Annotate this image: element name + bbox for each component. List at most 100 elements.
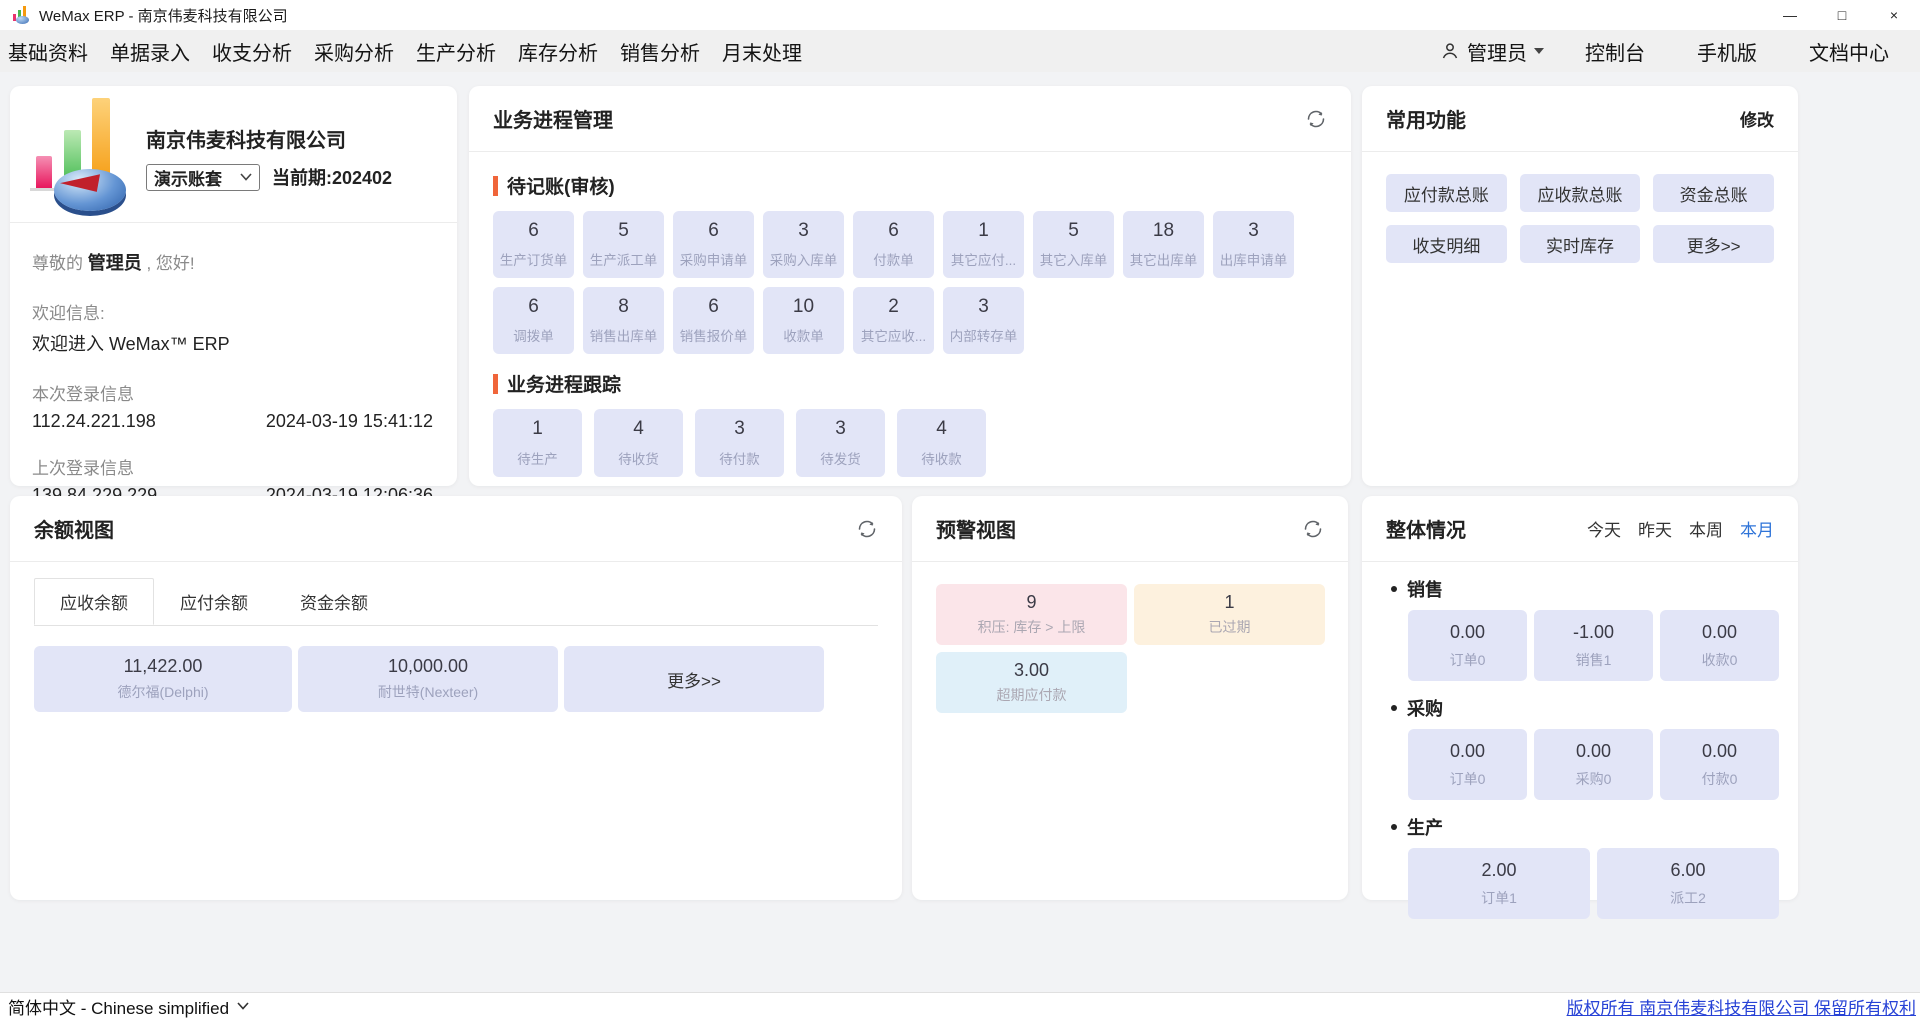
tile-other-outbound[interactable]: 18其它出库单	[1123, 211, 1204, 278]
select-chevron-icon	[240, 173, 252, 181]
sales-receipt-tile[interactable]: 0.00收款0	[1660, 610, 1779, 681]
greeting-username: 管理员	[88, 253, 142, 273]
close-button[interactable]: ×	[1868, 0, 1920, 30]
menu-production-analysis[interactable]: 生产分析	[405, 37, 507, 66]
common-functions-card: 常用功能 修改 应付款总账 应收款总账 资金总账 收支明细 实时库存 更多>>	[1362, 86, 1798, 486]
realtime-inventory-button[interactable]: 实时库存	[1520, 225, 1641, 263]
tracking-section-title: 业务进程跟踪	[507, 370, 621, 397]
tile-purchase-request[interactable]: 6采购申请单	[673, 211, 754, 278]
business-card-title: 业务进程管理	[493, 104, 613, 133]
production-order-tile[interactable]: 2.00订单1	[1408, 848, 1590, 919]
tracking-section-header: 业务进程跟踪	[493, 370, 1327, 397]
filter-yesterday[interactable]: 昨天	[1638, 516, 1672, 541]
tile-transfer[interactable]: 6调拨单	[493, 287, 574, 354]
tracking-tile-grid: 1待生产 4待收货 3待付款 3待发货 4待收款	[493, 409, 1327, 477]
pending-section-title: 待记账(审核)	[507, 172, 615, 199]
tab-receivable-balance[interactable]: 应收余额	[34, 578, 154, 625]
tile-receipt[interactable]: 10收款单	[763, 287, 844, 354]
sales-group-title: 销售	[1407, 576, 1443, 602]
sales-amount-tile[interactable]: -1.00销售1	[1534, 610, 1653, 681]
user-menu[interactable]: 管理员	[1440, 37, 1544, 66]
current-login-row: 112.24.221.198 2024-03-19 15:41:12	[32, 411, 435, 432]
company-info: 南京伟麦科技有限公司 演示账套 当前期:202402	[146, 124, 392, 191]
common-buttons: 应付款总账 应收款总账 资金总账 收支明细 实时库存 更多>>	[1362, 152, 1798, 263]
purchase-order-tile[interactable]: 0.00订单0	[1408, 729, 1527, 800]
filter-this-week[interactable]: 本周	[1689, 516, 1723, 541]
sales-order-tile[interactable]: 0.00订单0	[1408, 610, 1527, 681]
refresh-icon[interactable]	[1302, 518, 1324, 540]
copyright-link[interactable]: 版权所有 南京伟麦科技有限公司 保留所有权利	[1567, 994, 1920, 1019]
tile-to-collect[interactable]: 4待收款	[897, 409, 986, 477]
cash-ledger-button[interactable]: 资金总账	[1653, 174, 1774, 212]
tile-to-ship[interactable]: 3待发货	[796, 409, 885, 477]
tile-outbound-request[interactable]: 3出库申请单	[1213, 211, 1294, 278]
receivable-ledger-button[interactable]: 应收款总账	[1520, 174, 1641, 212]
menu-console[interactable]: 控制台	[1574, 37, 1656, 66]
tile-to-pay[interactable]: 3待付款	[695, 409, 784, 477]
balance-tile-delphi[interactable]: 11,422.00 德尔福(Delphi)	[34, 646, 292, 712]
tile-to-receive-goods[interactable]: 4待收货	[594, 409, 683, 477]
menu-mobile-version[interactable]: 手机版	[1686, 37, 1768, 66]
menu-inventory-analysis[interactable]: 库存分析	[507, 37, 609, 66]
sales-group-header: 销售	[1362, 576, 1798, 602]
production-dispatch-tile[interactable]: 6.00派工2	[1597, 848, 1779, 919]
tile-payment[interactable]: 6付款单	[853, 211, 934, 278]
tile-other-inbound[interactable]: 5其它入库单	[1033, 211, 1114, 278]
tab-payable-balance[interactable]: 应付余额	[154, 578, 274, 625]
purchase-group-title: 采购	[1407, 695, 1443, 721]
current-login-time: 2024-03-19 15:41:12	[266, 411, 433, 432]
filter-this-month[interactable]: 本月	[1740, 516, 1774, 541]
tile-other-payable[interactable]: 1其它应付...	[943, 211, 1024, 278]
tile-other-receivable[interactable]: 2其它应收...	[853, 287, 934, 354]
menu-base-data[interactable]: 基础资料	[0, 37, 99, 66]
maximize-button[interactable]: □	[1816, 0, 1868, 30]
bullet-icon	[1391, 586, 1397, 592]
menu-sales-analysis[interactable]: 销售分析	[609, 37, 711, 66]
filter-today[interactable]: 今天	[1587, 516, 1621, 541]
balance-tile-nexteer[interactable]: 10,000.00 耐世特(Nexteer)	[298, 646, 558, 712]
balance-tabs: 应收余额 应付余额 资金余额	[34, 578, 878, 626]
chevron-down-icon	[1534, 48, 1544, 54]
balance-tiles: 11,422.00 德尔福(Delphi) 10,000.00 耐世特(Next…	[34, 646, 878, 712]
language-value: 简体中文 - Chinese simplified	[8, 994, 229, 1019]
alert-tile-expired[interactable]: 1 已过期	[1134, 584, 1325, 645]
tile-internal-transfer[interactable]: 3内部转存单	[943, 287, 1024, 354]
menu-doc-center[interactable]: 文档中心	[1798, 37, 1900, 66]
user-name: 管理员	[1467, 37, 1527, 66]
tab-cash-balance[interactable]: 资金余额	[274, 578, 394, 625]
more-functions-button[interactable]: 更多>>	[1653, 225, 1774, 263]
purchase-amount-tile[interactable]: 0.00采购0	[1534, 729, 1653, 800]
menu-document-entry[interactable]: 单据录入	[99, 37, 201, 66]
tile-sales-outbound[interactable]: 8销售出库单	[583, 287, 664, 354]
tile-sales-quote[interactable]: 6销售报价单	[673, 287, 754, 354]
app-logo-icon	[12, 6, 30, 24]
minimize-button[interactable]: —	[1764, 0, 1816, 30]
alert-view-card: 预警视图 9 积压: 库存 > 上限 1 已过期 3.00 超期应付款	[912, 496, 1348, 900]
payable-ledger-button[interactable]: 应付款总账	[1386, 174, 1507, 212]
purchase-payment-tile[interactable]: 0.00付款0	[1660, 729, 1779, 800]
user-icon	[1440, 41, 1460, 61]
menu-purchase-analysis[interactable]: 采购分析	[303, 37, 405, 66]
company-logo-icon	[28, 101, 132, 213]
language-select[interactable]: 简体中文 - Chinese simplified	[0, 994, 249, 1019]
income-expense-detail-button[interactable]: 收支明细	[1386, 225, 1507, 263]
tile-to-produce[interactable]: 1待生产	[493, 409, 582, 477]
edit-button[interactable]: 修改	[1740, 106, 1774, 131]
section-accent-bar	[493, 374, 498, 394]
balance-more-button[interactable]: 更多>>	[564, 646, 824, 712]
alert-tile-overstock[interactable]: 9 积压: 库存 > 上限	[936, 584, 1127, 645]
menu-month-end[interactable]: 月末处理	[711, 37, 813, 66]
refresh-icon[interactable]	[856, 518, 878, 540]
tile-purchase-inbound[interactable]: 3采购入库单	[763, 211, 844, 278]
alert-tile-overdue-payable[interactable]: 3.00 超期应付款	[936, 652, 1127, 713]
chevron-down-icon	[237, 1002, 249, 1010]
account-set-select[interactable]: 演示账套	[146, 164, 260, 191]
alert-tiles: 9 积压: 库存 > 上限 1 已过期 3.00 超期应付款	[912, 562, 1348, 713]
overall-card-title: 整体情况	[1386, 514, 1466, 543]
tile-production-order[interactable]: 6生产订货单	[493, 211, 574, 278]
company-card-body: 尊敬的 管理员 , 您好! 欢迎信息: 欢迎进入 WeMax™ ERP 本次登录…	[10, 223, 457, 506]
refresh-icon[interactable]	[1305, 108, 1327, 130]
overall-situation-card: 整体情况 今天 昨天 本周 本月 销售 0.00订单0 -1.00销售1 0.0…	[1362, 496, 1798, 900]
tile-production-dispatch[interactable]: 5生产派工单	[583, 211, 664, 278]
menu-income-expense-analysis[interactable]: 收支分析	[201, 37, 303, 66]
